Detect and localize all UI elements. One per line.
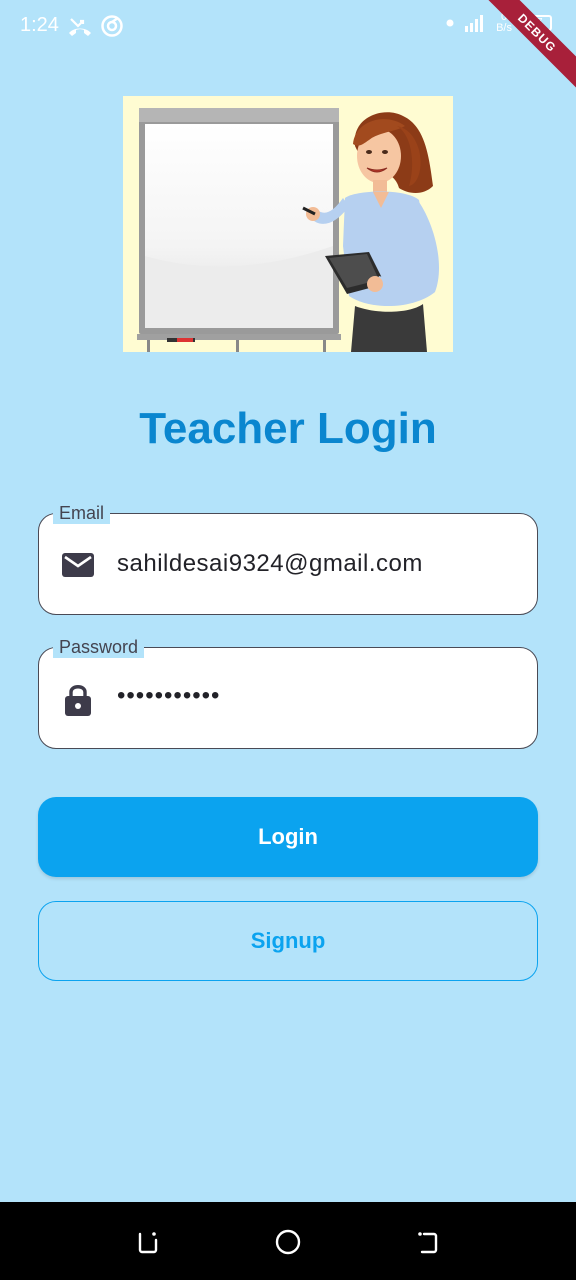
password-field[interactable]: Password •••••••••••: [38, 636, 538, 749]
email-label: Email: [53, 502, 111, 524]
teacher-illustration: [123, 96, 453, 352]
page-title: Teacher Login: [139, 404, 437, 453]
status-bar: 1:24 0 B/s 37 DEBUG: [0, 0, 576, 94]
missed-call-icon: [69, 18, 91, 36]
email-input[interactable]: sahildesai9324@gmail.com: [117, 550, 423, 578]
navigation-bar: [0, 1202, 576, 1280]
sync-icon: [101, 15, 123, 37]
lock-icon: [61, 682, 95, 716]
email-field[interactable]: Email sahildesai9324@gmail.com: [38, 502, 538, 615]
signal-icon: [465, 15, 484, 32]
home-icon[interactable]: [274, 1228, 302, 1256]
status-time: 1:24: [20, 14, 59, 36]
dot-icon: [446, 19, 454, 27]
mail-icon: [61, 548, 95, 582]
back-icon[interactable]: [414, 1228, 442, 1256]
password-label: Password: [53, 636, 145, 658]
signup-button[interactable]: Signup: [38, 901, 538, 981]
recent-apps-icon[interactable]: [134, 1228, 162, 1256]
login-button[interactable]: Login: [38, 797, 538, 877]
password-input[interactable]: •••••••••••: [117, 682, 220, 710]
